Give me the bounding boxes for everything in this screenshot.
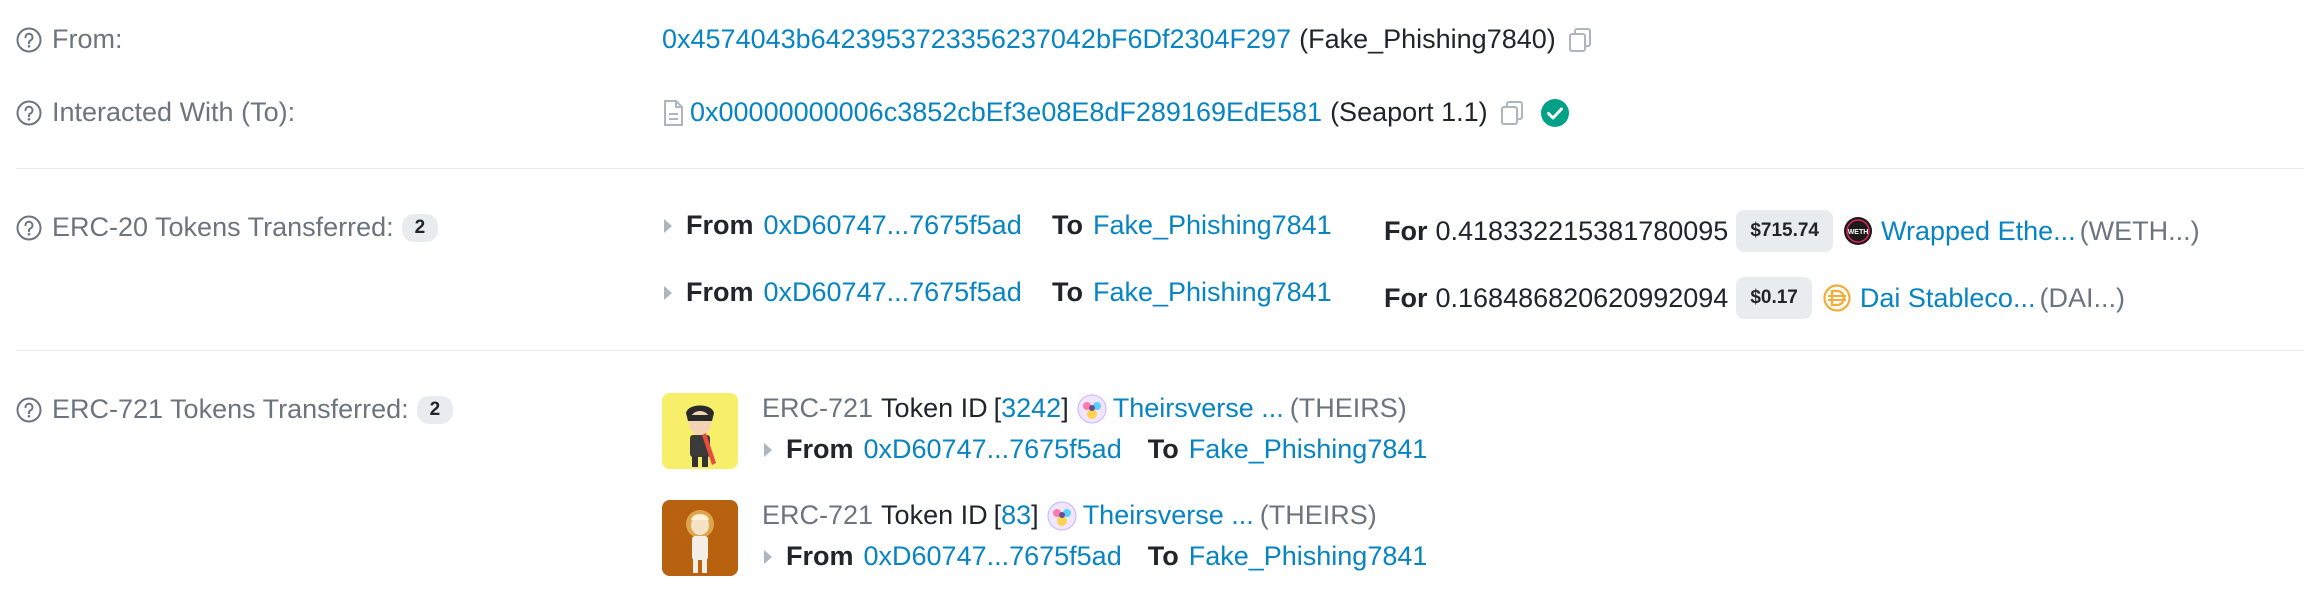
- token-symbol: (WETH...): [2079, 215, 2200, 246]
- token-id-word: Token ID: [881, 393, 988, 423]
- erc20-to: To Fake_Phishing7841: [1052, 277, 1332, 308]
- for-word: For: [1384, 282, 1428, 313]
- to-address-link[interactable]: Fake_Phishing7841: [1189, 541, 1428, 572]
- to-word: To: [1052, 210, 1083, 240]
- from-address-link[interactable]: 0xD60747...7675f5ad: [764, 210, 1022, 241]
- to-word: To: [1147, 541, 1179, 571]
- expand-caret-icon[interactable]: [764, 442, 772, 457]
- expand-caret-icon[interactable]: [664, 218, 672, 233]
- from-address-link[interactable]: 0xD60747...7675f5ad: [864, 434, 1122, 465]
- nft-character-image: [662, 393, 738, 469]
- to-word: To: [1147, 434, 1179, 464]
- dai-icon: [1823, 284, 1851, 312]
- token-id-link[interactable]: 3242: [1001, 393, 1061, 424]
- nft-thumbnail[interactable]: [662, 500, 738, 576]
- to-address-link[interactable]: Fake_Phishing7841: [1189, 434, 1428, 465]
- interacted-value: 0x00000000006c3852cbEf3e08E8dF289169EdE5…: [662, 97, 1570, 128]
- erc721-label: ERC-721 Tokens Transferred:: [52, 394, 409, 424]
- collection-name-link[interactable]: Theirsverse ...: [1113, 393, 1284, 424]
- contract-file-icon: [664, 99, 683, 126]
- question-circle-icon[interactable]: [16, 215, 42, 241]
- from-label-row: From:: [16, 24, 123, 55]
- erc20-transfer-row: From 0xD60747...7675f5ad: [664, 210, 1022, 241]
- section-divider: [16, 350, 2304, 351]
- token-amount: 0.418332215381780095: [1435, 215, 1729, 246]
- from-value: 0x4574043b6423953723356237042bF6Df2304F2…: [662, 24, 1594, 55]
- erc20-to: To Fake_Phishing7841: [1052, 210, 1332, 241]
- token-id-word: Token ID: [881, 500, 988, 530]
- question-circle-icon[interactable]: [16, 100, 42, 126]
- erc721-transfer-row: From 0xD60747...7675f5ad To Fake_Phishin…: [764, 541, 1427, 572]
- erc721-count-badge: 2: [416, 395, 454, 424]
- erc20-label: ERC-20 Tokens Transferred:: [52, 212, 394, 242]
- svg-text:WETH: WETH: [1848, 229, 1869, 236]
- from-address-link[interactable]: 0xD60747...7675f5ad: [764, 277, 1022, 308]
- interacted-address-link[interactable]: 0x00000000006c3852cbEf3e08E8dF289169EdE5…: [690, 97, 1322, 128]
- to-word: To: [1052, 277, 1083, 307]
- question-circle-icon[interactable]: [16, 397, 42, 423]
- verified-check-icon: [1540, 98, 1569, 127]
- erc20-count-badge: 2: [401, 213, 439, 242]
- question-circle-icon[interactable]: [16, 27, 42, 53]
- copy-icon[interactable]: [1498, 99, 1526, 127]
- bracket-close: ]: [1061, 393, 1069, 423]
- bracket-open: [: [993, 393, 1002, 423]
- from-word: From: [686, 210, 754, 240]
- nft-character-image: [662, 500, 738, 576]
- token-amount: 0.168486820620992094: [1435, 282, 1729, 313]
- usd-value-badge: $0.17: [1736, 277, 1812, 319]
- from-address-link[interactable]: 0x4574043b6423953723356237042bF6Df2304F2…: [662, 24, 1291, 55]
- erc20-transfer-row: From 0xD60747...7675f5ad: [664, 277, 1022, 308]
- theirsverse-collection-icon: [1047, 501, 1077, 530]
- copy-icon[interactable]: [1566, 26, 1594, 54]
- collection-symbol: (THEIRS): [1289, 393, 1407, 423]
- erc721-transfer-row: From 0xD60747...7675f5ad To Fake_Phishin…: [764, 434, 1427, 465]
- erc721-token-line: ERC-721 Token ID [ 83 ] Theirsverse ... …: [762, 500, 1377, 531]
- bracket-close: ]: [1031, 500, 1039, 530]
- erc20-for: For 0.418332215381780095 $715.74 WETH Wr…: [1384, 210, 2200, 252]
- from-word: From: [686, 277, 754, 307]
- token-standard: ERC-721: [762, 393, 874, 423]
- erc721-label-row: ERC-721 Tokens Transferred: 2: [16, 394, 454, 425]
- interacted-label-row: Interacted With (To):: [16, 97, 295, 128]
- collection-name-link[interactable]: Theirsverse ...: [1083, 500, 1254, 531]
- erc20-label-row: ERC-20 Tokens Transferred: 2: [16, 212, 439, 243]
- bracket-open: [: [993, 500, 1002, 530]
- collection-symbol: (THEIRS): [1259, 500, 1377, 530]
- from-address-link[interactable]: 0xD60747...7675f5ad: [864, 541, 1122, 572]
- theirsverse-collection-icon: [1077, 394, 1107, 423]
- nft-thumbnail[interactable]: [662, 393, 738, 469]
- weth-icon: WETH: [1844, 217, 1872, 245]
- token-id-link[interactable]: 83: [1001, 500, 1031, 531]
- from-word: From: [786, 434, 854, 464]
- from-label: From:: [52, 24, 123, 54]
- from-name-tag: (Fake_Phishing7840): [1299, 24, 1556, 54]
- erc20-for: For 0.168486820620992094 $0.17 Dai Stabl…: [1384, 277, 2125, 319]
- token-name-link[interactable]: Wrapped Ethe...: [1881, 216, 2076, 247]
- interacted-label: Interacted With (To):: [52, 97, 296, 127]
- for-word: For: [1384, 215, 1428, 246]
- expand-caret-icon[interactable]: [664, 285, 672, 300]
- erc721-token-line: ERC-721 Token ID [ 3242 ] Theirsverse ..…: [762, 393, 1407, 424]
- usd-value-badge: $715.74: [1736, 210, 1833, 252]
- to-address-link[interactable]: Fake_Phishing7841: [1093, 277, 1332, 308]
- expand-caret-icon[interactable]: [764, 549, 772, 564]
- interacted-name-tag: (Seaport 1.1): [1330, 97, 1488, 127]
- section-divider: [16, 168, 2304, 169]
- token-symbol: (DAI...): [2039, 282, 2125, 313]
- token-standard: ERC-721: [762, 500, 874, 530]
- from-word: From: [786, 541, 854, 571]
- token-name-link[interactable]: Dai Stableco...: [1860, 283, 2036, 314]
- to-address-link[interactable]: Fake_Phishing7841: [1093, 210, 1332, 241]
